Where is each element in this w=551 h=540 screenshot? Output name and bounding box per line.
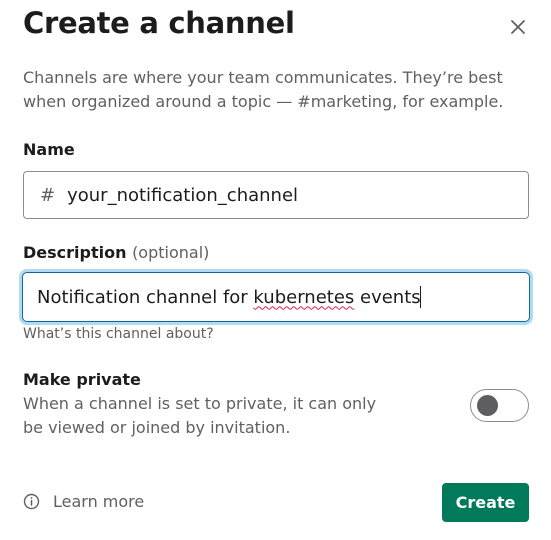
learn-more-link[interactable]: Learn more — [23, 492, 144, 511]
make-private-label: Make private — [23, 370, 141, 389]
optional-label: (optional) — [132, 243, 210, 262]
close-icon — [511, 20, 525, 34]
text-caret — [419, 286, 421, 308]
hash-prefix: # — [40, 184, 56, 206]
make-private-toggle[interactable] — [470, 389, 529, 422]
description-text-start: Notification channel for — [37, 286, 254, 308]
name-label: Name — [23, 140, 75, 159]
description-text-end: events — [354, 286, 421, 308]
description-label: Description (optional) — [23, 243, 209, 262]
description-value: Notification channel for kubernetes even… — [37, 287, 421, 308]
learn-more-label: Learn more — [53, 492, 145, 511]
channel-name-value: your_notification_channel — [67, 184, 299, 206]
description-hint: What’s this channel about? — [23, 326, 214, 342]
create-button[interactable]: Create — [442, 483, 529, 522]
make-private-description: When a channel is set to private, it can… — [23, 394, 377, 437]
close-button[interactable] — [505, 14, 531, 40]
dialog-title: Create a channel — [23, 6, 295, 40]
toggle-knob — [477, 395, 498, 416]
description-label-text: Description — [23, 243, 127, 262]
info-icon — [23, 493, 40, 510]
description-input[interactable]: Notification channel for kubernetes even… — [22, 272, 530, 322]
spellcheck-flagged-word: kubernetes — [253, 286, 355, 308]
dialog-intro-text: Channels are where your team communicate… — [23, 68, 504, 111]
channel-name-input[interactable]: # your_notification_channel — [23, 171, 529, 219]
